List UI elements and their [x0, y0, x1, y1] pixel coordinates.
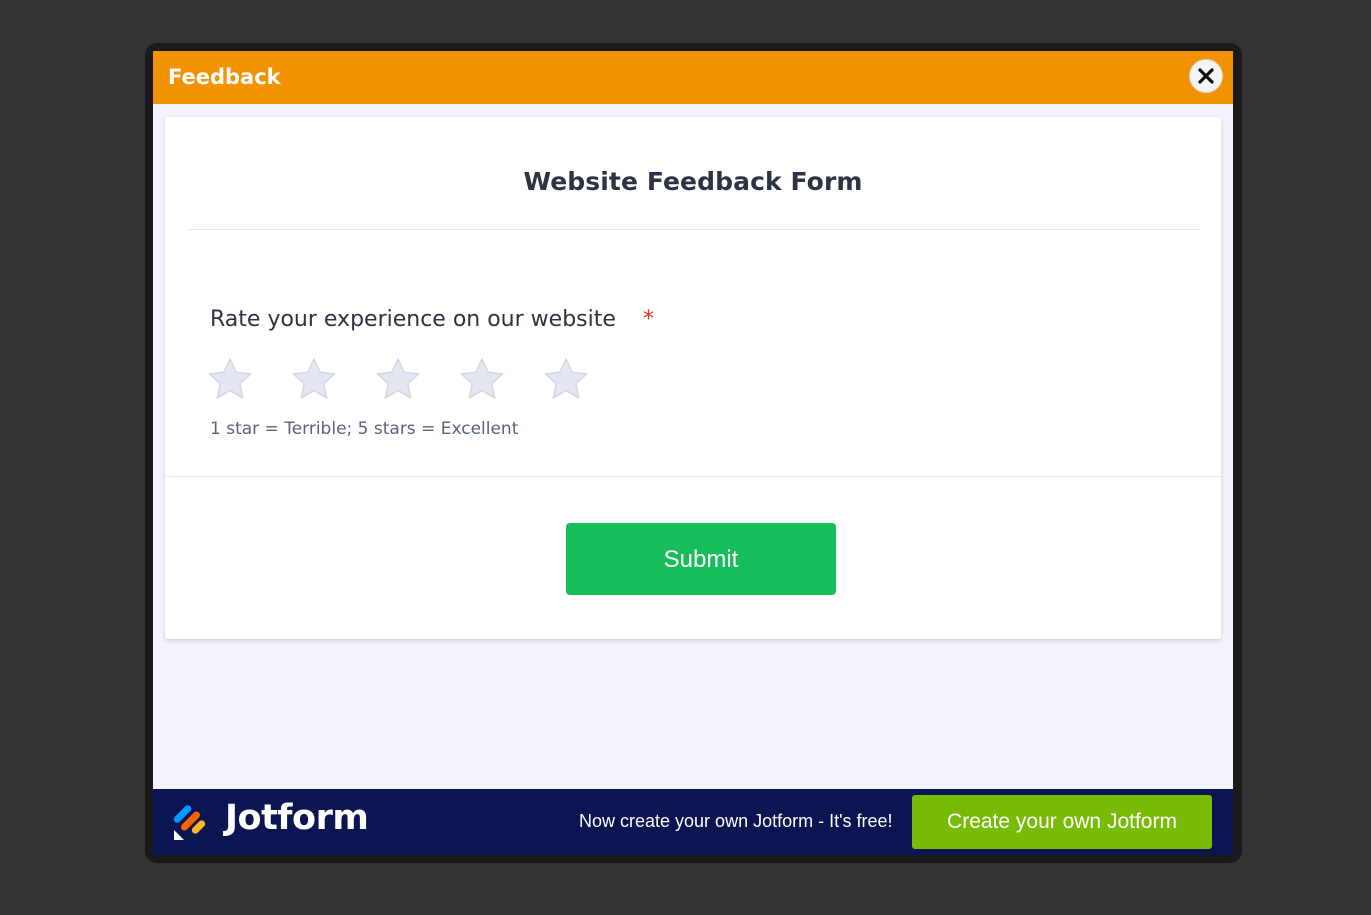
title-divider	[186, 229, 1200, 230]
star-rating-option-1[interactable]	[205, 355, 255, 405]
create-jotform-button[interactable]: Create your own Jotform	[912, 795, 1212, 849]
star-icon	[292, 358, 336, 399]
star-rating-option-5[interactable]	[541, 355, 591, 405]
star-rating-option-2[interactable]	[289, 355, 339, 405]
promo-text: Now create your own Jotform - It's free!	[579, 811, 893, 831]
required-indicator: *	[643, 307, 654, 332]
form-card: Website Feedback Form Rate your experien…	[165, 117, 1221, 639]
rating-hint: 1 star = Terrible; 5 stars = Excellent	[210, 419, 519, 439]
jotform-logo-icon	[173, 805, 206, 840]
jotform-wordmark[interactable]: Jotform	[225, 798, 369, 838]
star-icon	[376, 358, 420, 399]
question-label: Rate your experience on our website	[210, 307, 616, 332]
star-rating-option-4[interactable]	[457, 355, 507, 405]
feedback-modal: Feedback Website Feedback Form Rate your…	[153, 51, 1233, 855]
feedback-modal-frame: Feedback Website Feedback Form Rate your…	[145, 43, 1242, 863]
modal-title: Feedback	[168, 65, 281, 89]
star-rating-option-3[interactable]	[373, 355, 423, 405]
jotform-footer-bar: Jotform Now create your own Jotform - It…	[153, 789, 1233, 855]
star-icon	[460, 358, 504, 399]
star-icon	[208, 358, 252, 399]
modal-header: Feedback	[153, 51, 1233, 104]
submit-button[interactable]: Submit	[566, 523, 836, 595]
close-icon	[1198, 68, 1214, 84]
star-icon	[544, 358, 588, 399]
section-divider	[165, 476, 1221, 477]
form-title: Website Feedback Form	[523, 167, 863, 196]
close-button[interactable]	[1190, 60, 1222, 92]
